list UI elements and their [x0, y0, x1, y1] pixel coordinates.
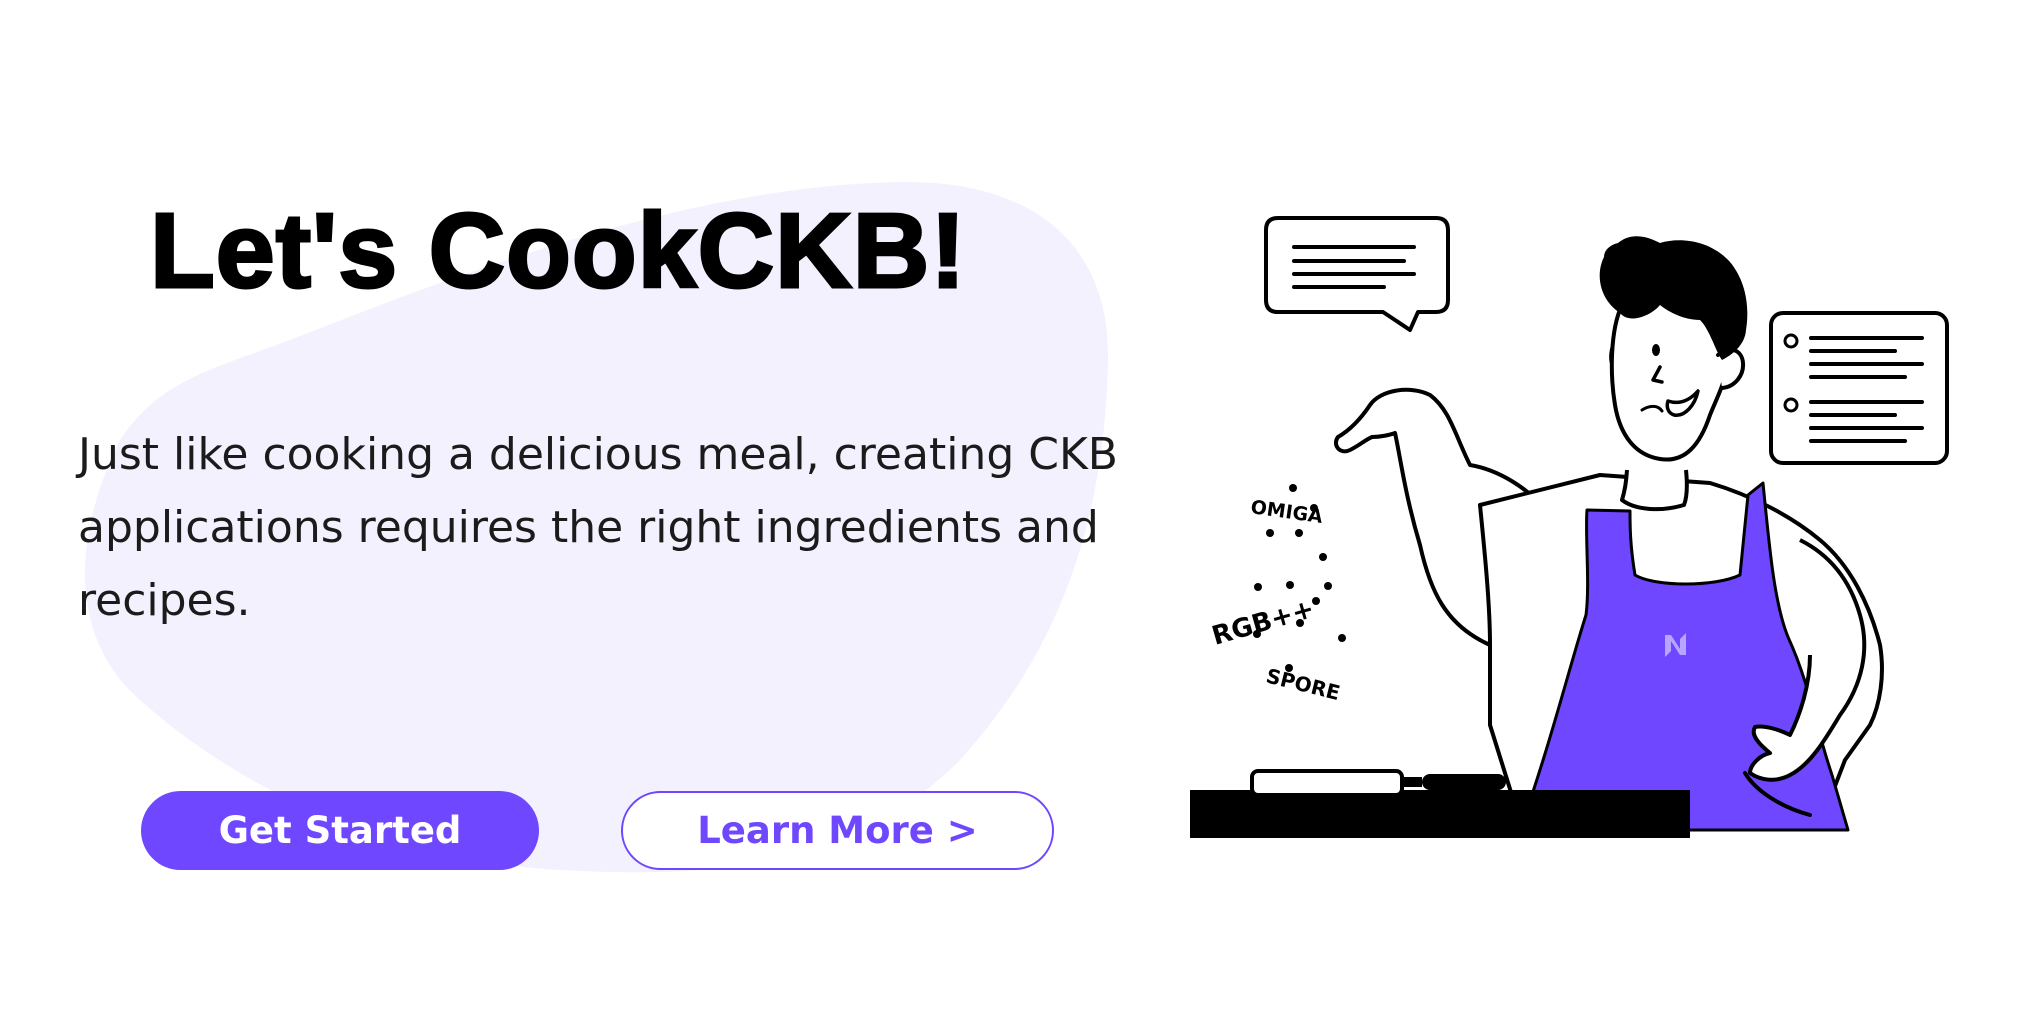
get-started-button[interactable]: Get Started	[141, 791, 539, 870]
speech-bubble-icon	[1264, 216, 1450, 332]
hero-subtitle: Just like cooking a delicious meal, crea…	[78, 429, 1118, 626]
recipe-card-icon	[1769, 311, 1949, 465]
page-title: Let's CookCKB!	[149, 192, 968, 310]
learn-more-button[interactable]: Learn More >	[621, 791, 1054, 870]
ingredient-omiga: OMIGA	[1249, 496, 1324, 528]
ingredient-rgb: RGB++	[1209, 594, 1318, 652]
ingredient-spore: SPORE	[1264, 664, 1343, 705]
chef-illustration: OMIGA RGB++ SPORE	[1190, 216, 1949, 838]
